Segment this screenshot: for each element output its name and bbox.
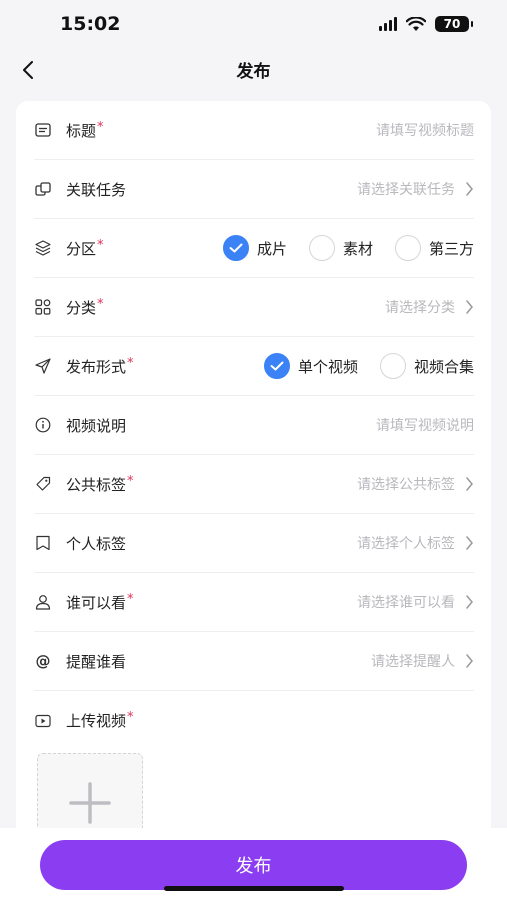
upload-row: 上传视频 * bbox=[34, 691, 474, 750]
video-icon bbox=[34, 712, 52, 730]
visibility-row[interactable]: 谁可以看 * 请选择谁可以看 bbox=[34, 573, 474, 632]
unchecked-icon bbox=[394, 235, 421, 261]
bottom-bar: 发布 bbox=[0, 828, 507, 900]
publish-button[interactable]: 发布 bbox=[40, 840, 467, 890]
unchecked-icon bbox=[379, 353, 406, 379]
layers-icon bbox=[34, 239, 52, 257]
home-indicator bbox=[164, 886, 344, 891]
zone-radio-group: 成片 素材 第三方 bbox=[207, 235, 474, 261]
text-box-icon bbox=[34, 121, 52, 139]
format-label: 发布形式 bbox=[66, 357, 127, 376]
personal-tags-select[interactable]: 请选择个人标签 bbox=[357, 533, 474, 553]
related-task-row[interactable]: 关联任务 请选择关联任务 bbox=[34, 160, 474, 219]
zone-label: 分区 bbox=[66, 239, 97, 258]
battery-level: 70 bbox=[443, 17, 461, 31]
unchecked-icon bbox=[308, 235, 335, 261]
plus-icon bbox=[69, 782, 111, 824]
user-icon bbox=[34, 593, 52, 611]
chevron-right-icon bbox=[466, 654, 473, 668]
format-option-label: 单个视频 bbox=[297, 357, 358, 376]
required-mark: * bbox=[97, 237, 104, 253]
wifi-icon bbox=[406, 16, 426, 31]
zone-row: 分区 * 成片 素材 第三方 bbox=[34, 219, 474, 278]
upload-label: 上传视频 bbox=[66, 712, 127, 730]
mention-select[interactable]: 请选择提醒人 bbox=[371, 651, 474, 671]
related-task-label: 关联任务 bbox=[66, 180, 127, 199]
at-sign-icon: @ bbox=[35, 652, 51, 670]
checked-icon bbox=[222, 235, 249, 261]
tag-icon bbox=[34, 475, 52, 493]
grid-icon bbox=[34, 298, 52, 316]
chevron-right-icon bbox=[466, 300, 473, 314]
required-mark: * bbox=[97, 296, 104, 312]
required-mark: * bbox=[97, 119, 104, 135]
category-select[interactable]: 请选择分类 bbox=[385, 297, 474, 317]
nav-bar: 发布 bbox=[0, 50, 507, 90]
status-icons: 70 bbox=[379, 16, 473, 32]
required-mark: * bbox=[127, 473, 134, 489]
title-label: 标题 bbox=[66, 121, 97, 140]
related-task-select[interactable]: 请选择关联任务 bbox=[357, 179, 474, 199]
category-row[interactable]: 分类 * 请选择分类 bbox=[34, 278, 474, 337]
description-label: 视频说明 bbox=[66, 416, 127, 435]
info-icon bbox=[34, 416, 52, 434]
title-row[interactable]: 标题 * 请填写视频标题 bbox=[34, 101, 474, 160]
visibility-label: 谁可以看 bbox=[66, 593, 127, 612]
status-time: 15:02 bbox=[60, 13, 121, 35]
chevron-right-icon bbox=[466, 536, 473, 550]
format-radio-group: 单个视频 视频合集 bbox=[248, 353, 474, 379]
bookmark-icon bbox=[34, 534, 52, 552]
category-label: 分类 bbox=[66, 298, 97, 317]
format-row: 发布形式 * 单个视频 视频合集 bbox=[34, 337, 474, 396]
publish-form: 标题 * 请填写视频标题 关联任务 请选择关联任务 分区 * 成片 素材 第三方… bbox=[16, 101, 491, 841]
send-icon bbox=[34, 357, 52, 375]
required-mark: * bbox=[127, 591, 134, 607]
visibility-select[interactable]: 请选择谁可以看 bbox=[357, 592, 474, 612]
required-mark: * bbox=[127, 710, 134, 725]
zone-option-label: 成片 bbox=[256, 239, 287, 258]
public-tags-row[interactable]: 公共标签 * 请选择公共标签 bbox=[34, 455, 474, 514]
personal-tags-label: 个人标签 bbox=[66, 534, 127, 553]
checked-icon bbox=[263, 353, 290, 379]
zone-option-label: 素材 bbox=[342, 239, 373, 258]
required-mark: * bbox=[127, 355, 134, 371]
mention-row[interactable]: @ 提醒谁看 请选择提醒人 bbox=[34, 632, 474, 691]
zone-option-third-party[interactable]: 第三方 bbox=[394, 235, 474, 261]
visibility-placeholder: 请选择谁可以看 bbox=[357, 595, 455, 611]
page-title: 发布 bbox=[236, 62, 271, 82]
title-input[interactable]: 请填写视频标题 bbox=[376, 120, 474, 140]
description-row[interactable]: 视频说明 请填写视频说明 bbox=[34, 396, 474, 455]
mention-placeholder: 请选择提醒人 bbox=[371, 654, 455, 670]
public-tags-label: 公共标签 bbox=[66, 475, 127, 494]
mention-label: 提醒谁看 bbox=[66, 652, 127, 671]
chevron-right-icon bbox=[466, 182, 473, 196]
personal-tags-placeholder: 请选择个人标签 bbox=[357, 536, 455, 552]
public-tags-select[interactable]: 请选择公共标签 bbox=[357, 474, 474, 494]
personal-tags-row[interactable]: 个人标签 请选择个人标签 bbox=[34, 514, 474, 573]
public-tags-placeholder: 请选择公共标签 bbox=[357, 477, 455, 493]
format-option-collection[interactable]: 视频合集 bbox=[379, 353, 474, 379]
format-option-label: 视频合集 bbox=[413, 357, 474, 376]
signal-icon bbox=[379, 17, 397, 31]
chevron-right-icon bbox=[466, 595, 473, 609]
zone-option-material[interactable]: 素材 bbox=[308, 235, 373, 261]
battery-icon: 70 bbox=[435, 16, 473, 32]
category-placeholder: 请选择分类 bbox=[385, 300, 455, 316]
zone-option-label: 第三方 bbox=[428, 239, 474, 258]
link-task-icon bbox=[34, 180, 52, 198]
format-option-single[interactable]: 单个视频 bbox=[263, 353, 358, 379]
related-task-placeholder: 请选择关联任务 bbox=[357, 182, 455, 198]
chevron-right-icon bbox=[466, 477, 473, 491]
zone-option-finished[interactable]: 成片 bbox=[222, 235, 287, 261]
description-input[interactable]: 请填写视频说明 bbox=[376, 415, 474, 435]
status-bar: 15:02 70 bbox=[0, 0, 507, 50]
